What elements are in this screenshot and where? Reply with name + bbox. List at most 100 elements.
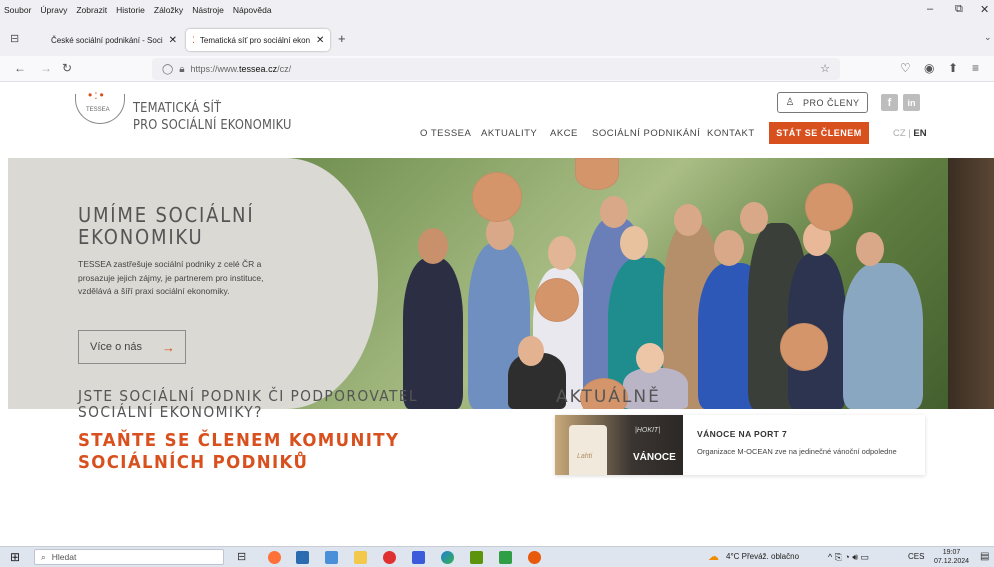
membership-cta-line-1: STAŇTE SE ČLENEM KOMUNITY [78,430,400,451]
nav-akce[interactable]: AKCE [550,128,578,139]
address-bar[interactable]: ◯ 🔒︎ https://www. tessea.cz/cz/ ☆ [152,58,840,80]
tab-overview-icon[interactable]: ⊟ [10,32,19,45]
nav-o-tessea[interactable]: O TESSEA [420,128,471,139]
app-menu-icon[interactable]: ≡ [972,61,979,75]
windows-start-icon[interactable]: ⊞ [10,550,20,564]
menu-tools[interactable]: Nástroje [192,5,224,15]
person-head [636,343,664,373]
close-tab-icon[interactable]: ✕ [169,35,177,46]
pocket-icon[interactable]: ♡ [900,61,911,75]
linkedin-icon[interactable]: in [903,94,920,111]
membership-question-line-2: SOCIÁLNÍ EKONOMIKY? [78,403,263,421]
person-head [600,196,628,228]
input-language[interactable]: CES [908,552,924,561]
close-tab-icon[interactable]: ✕ [316,35,324,46]
search-icon: ⌕ [41,551,46,562]
excel-icon[interactable] [499,551,512,564]
tree-trunk [948,158,994,409]
join-button[interactable]: STÁT SE ČLENEM [769,122,869,144]
tab-list-chevron-icon[interactable]: ⌄ [984,32,992,43]
navigation-toolbar: ← → ↻ ◯ 🔒︎ https://www. tessea.cz/cz/ ☆ ♡… [0,56,994,82]
shield-icon[interactable]: ◯ [162,64,173,75]
wooden-disc [780,323,828,371]
clock[interactable]: 19:07 07.12.2024 [934,548,969,566]
weather-text[interactable]: 4°C Převáž. oblačno [726,552,799,561]
person-head [674,204,702,236]
minimize-icon[interactable]: – [927,3,933,15]
facebook-icon[interactable]: f [881,94,898,111]
hero-banner: UMÍME SOCIÁLNÍ EKONOMIKU TESSEA zastřešu… [8,158,994,409]
url-domain: tessea.cz [239,64,278,74]
lock-icon[interactable]: 🔒︎ [179,64,184,75]
tab-ceske-socialni-podnikani[interactable]: České sociální podnikání - Soci ✕ [40,29,178,51]
wooden-disc [472,172,522,222]
calculator-icon[interactable] [296,551,309,564]
edge-icon[interactable] [441,551,454,564]
membership-question: JSTE SOCIÁLNÍ PODNIK ČI PODPOROVATEL SOC… [78,388,418,420]
tray-icons[interactable]: ^ ⎘ ◔ 🔊︎ ▭ [828,552,869,563]
person-head [548,236,576,270]
members-button[interactable]: ♙ PRO ČLENY [777,92,868,113]
firefox-icon[interactable] [268,551,281,564]
store-icon[interactable] [325,551,338,564]
tab-label: Tematická síť pro sociální ekon [199,35,311,45]
logo-line-1: TEMATICKÁ SÍŤ [133,100,222,116]
news-image: |HOKIT| VÁNOCE Lahti [555,415,683,475]
tab-label: České sociální podnikání - Soci [51,35,163,45]
hero-description: TESSEA zastřešuje sociální podniky z cel… [78,259,264,296]
person-head [856,232,884,266]
restore-icon[interactable]: ⧉ [955,3,963,16]
cup-illustration [569,425,607,475]
more-button-label: Více o nás [90,341,142,353]
menu-history[interactable]: Historie [116,5,145,15]
taskbar-search[interactable]: ⌕ Hledat [34,549,224,565]
arrow-right-icon: → [161,339,175,355]
reload-icon[interactable]: ↻ [62,61,72,75]
news-image-caption: |HOKIT| [635,427,661,434]
menu-help[interactable]: Nápověda [233,5,272,15]
menu-file[interactable]: Soubor [4,5,31,15]
weather-icon[interactable]: ☁ [708,550,719,563]
opera-icon[interactable] [383,551,396,564]
person-head [418,228,448,264]
nav-aktuality[interactable]: AKTUALITY [481,128,537,139]
menu-edit[interactable]: Úpravy [40,5,67,15]
back-arrow-icon[interactable]: ← [14,61,26,75]
menu-view[interactable]: Zobrazit [76,5,107,15]
tab-tematicka-sit[interactable]: ⁚ Tematická síť pro sociální ekon ✕ [186,29,330,51]
nav-kontakt[interactable]: KONTAKT [707,128,755,139]
app-icon[interactable] [528,551,541,564]
nav-socialni-podnikani[interactable]: SOCIÁLNÍ PODNIKÁNÍ [592,128,700,139]
task-view-icon[interactable]: ⊟ [237,550,246,563]
windows-taskbar: ⊞ ⌕ Hledat ⊟ ☁ 4°C Převáž. oblačno ^ ⎘ ◔… [0,546,994,567]
person-head [714,230,744,266]
wooden-disc [575,158,619,190]
menu-bookmarks[interactable]: Záložky [154,5,183,15]
hero-title: UMÍME SOCIÁLNÍ EKONOMIKU [78,204,254,248]
news-item-text: Organizace M-OCEAN zve na jedinečné váno… [697,447,897,456]
person-head [518,336,544,366]
lang-en[interactable]: EN [913,128,926,139]
news-card[interactable]: |HOKIT| VÁNOCE Lahti VÁNOCE NA PORT 7 Or… [555,415,925,475]
forward-arrow-icon[interactable]: → [40,61,52,75]
membership-cta[interactable]: STAŇTE SE ČLENEM KOMUNITY SOCIÁLNÍCH POD… [78,430,399,474]
more-about-us-button[interactable]: Více o nás → [78,330,186,364]
language-switcher: CZ | EN [893,128,927,139]
lang-cz[interactable]: CZ [893,128,906,139]
file-explorer-icon[interactable] [354,551,367,564]
person [843,263,923,409]
news-item-title[interactable]: VÁNOCE NA PORT 7 [697,429,787,439]
extensions-icon[interactable]: ⬆ [948,61,958,75]
wooden-disc [535,278,579,322]
new-tab-button[interactable]: + [338,31,346,46]
logo-small-text: TESSEA [86,107,110,113]
bookmark-star-icon[interactable]: ☆ [820,62,830,75]
taskbar-search-placeholder: Hledat [51,552,77,562]
close-window-icon[interactable]: ✕ [980,3,989,16]
membership-question-line-1: JSTE SOCIÁLNÍ PODNIK ČI PODPOROVATEL [78,387,418,405]
app-icon[interactable] [470,551,483,564]
webpage: •:• TESSEA TEMATICKÁ SÍŤ PRO SOCIÁLNÍ EK… [0,82,994,546]
photos-icon[interactable] [412,551,425,564]
notifications-icon[interactable]: ▤ [980,551,989,562]
account-icon[interactable]: ◉ [924,61,934,75]
